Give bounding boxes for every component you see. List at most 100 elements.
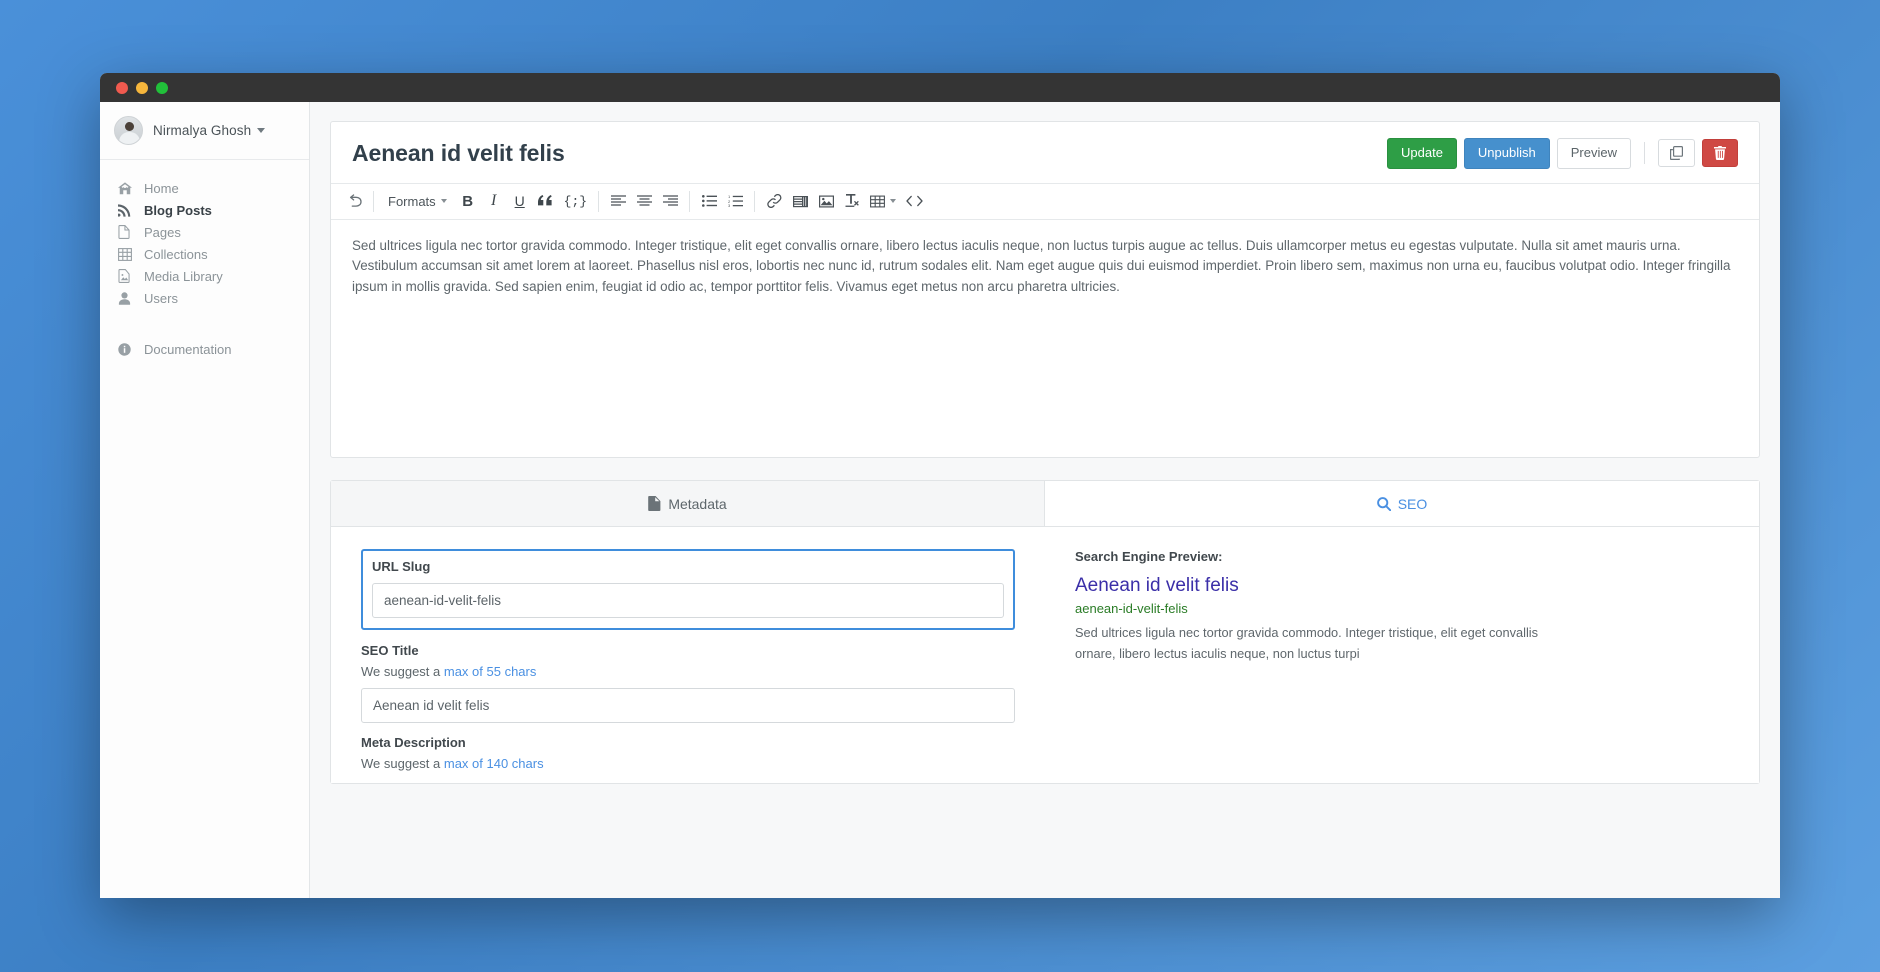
numbered-list-button[interactable]: 123 [722,188,748,214]
sidebar-item-label: Media Library [144,268,223,284]
underline-button[interactable]: U [507,188,533,214]
tab-metadata[interactable]: Metadata [331,480,1045,526]
meta-description-hint: We suggest a max of 140 chars [361,756,1015,771]
serp-url: aenean-id-velit-felis [1075,600,1188,616]
close-window-button[interactable] [116,81,128,94]
meta-description-label: Meta Description [361,734,466,750]
formats-dropdown[interactable]: Formats [380,188,455,214]
clear-formatting-button[interactable] [839,188,865,214]
url-slug-input[interactable] [372,582,1004,618]
blockquote-button[interactable] [533,188,559,214]
update-button[interactable]: Update [1387,138,1457,169]
tab-label: SEO [1397,495,1428,512]
sidebar-item-users[interactable]: Users [100,287,309,309]
insert-media-button[interactable] [787,188,813,214]
table-icon [118,247,135,261]
sidebar-item-label: Documentation [144,341,232,357]
seo-title-field: SEO Title We suggest a max of 55 chars [361,643,1015,723]
serp-description: Sed ultrices ligula nec tortor gravida c… [1075,624,1539,661]
link-icon [766,194,782,209]
search-engine-preview: Search Engine Preview: Aenean id velit f… [1045,549,1759,783]
tab-panel: URL Slug SEO Title We suggest a max of 5… [331,526,1759,783]
avatar [114,116,143,145]
svg-text:3: 3 [728,203,731,207]
tab-seo[interactable]: SEO [1045,480,1759,526]
preview-button[interactable]: Preview [1556,138,1631,169]
bullet-list-button[interactable] [696,188,722,214]
sidebar-item-label: Collections [144,246,208,262]
seo-title-input[interactable] [361,687,1015,723]
undo-button[interactable] [341,188,367,214]
editor-actions: Update Unpublish Preview [1380,138,1738,169]
undo-icon [347,194,362,208]
action-divider [1644,142,1645,165]
align-left-icon [610,195,626,207]
trash-icon [1714,146,1726,161]
align-center-button[interactable] [631,188,657,214]
tab-bar: Metadata SEO [331,480,1759,527]
numbered-list-icon: 123 [728,195,743,207]
sidebar-item-label: Pages [144,224,181,240]
window-titlebar [100,73,1780,102]
sidebar-item-home[interactable]: Home [100,177,309,199]
sidebar-item-collections[interactable]: Collections [100,243,309,265]
clear-formatting-icon [845,194,860,208]
insert-table-button[interactable] [865,188,901,214]
align-center-icon [636,195,652,207]
source-code-icon [906,195,923,207]
info-circle-icon [118,342,135,356]
file-icon [118,225,135,239]
align-right-icon [662,195,678,207]
image-icon [118,269,135,283]
user-menu[interactable]: Nirmalya Ghosh [100,102,309,160]
serp-title[interactable]: Aenean id velit felis [1075,575,1729,598]
code-button[interactable]: {;} [559,188,592,214]
toolbar-divider [689,190,691,212]
sidebar-item-blog-posts[interactable]: Blog Posts [100,199,309,221]
url-slug-field: URL Slug [361,548,1015,630]
chevron-down-icon [890,199,897,204]
unpublish-button[interactable]: Unpublish [1463,138,1550,169]
minimize-window-button[interactable] [136,81,148,94]
sidebar-item-documentation[interactable]: Documentation [100,338,309,360]
search-icon [1376,497,1391,511]
chevron-down-icon [440,199,447,204]
hint-prefix: We suggest a [361,663,444,679]
tab-label: Metadata [668,495,727,512]
maximize-window-button[interactable] [156,81,168,94]
duplicate-button[interactable] [1658,139,1695,168]
editor-content[interactable]: Sed ultrices ligula nec tortor gravida c… [331,220,1759,457]
toolbar-divider [754,190,756,212]
user-name: Nirmalya Ghosh [153,123,252,138]
sidebar: Nirmalya Ghosh Home Blog Posts Pages Col… [100,102,310,898]
toolbar-divider [373,190,374,212]
editor-header: Aenean id velit felis Update Unpublish P… [331,122,1759,183]
sidebar-item-label: Home [144,180,179,196]
table-icon [870,195,886,208]
bold-button[interactable]: B [455,188,481,214]
editor-toolbar: Formats B I U {;} 1 2 3 [331,182,1759,220]
italic-button[interactable]: I [481,188,507,214]
hint-prefix: We suggest a [361,755,444,771]
sidebar-item-label: Blog Posts [144,202,212,218]
insert-image-button[interactable] [813,188,839,214]
seo-title-hint-link[interactable]: max of 55 chars [444,664,537,679]
seo-title-label: SEO Title [361,642,419,658]
metadata-form: URL Slug SEO Title We suggest a max of 5… [331,548,1045,783]
quote-icon [538,195,553,207]
file-icon [648,496,661,512]
align-left-button[interactable] [605,188,631,214]
source-code-button[interactable] [901,188,928,214]
sidebar-item-media-library[interactable]: Media Library [100,265,309,287]
bullet-list-icon [701,195,717,208]
media-icon [792,195,808,208]
toolbar-divider [598,190,600,212]
url-slug-label: URL Slug [372,558,431,574]
sidebar-item-pages[interactable]: Pages [100,221,309,243]
delete-button[interactable] [1702,139,1738,168]
insert-link-button[interactable] [761,188,787,214]
metadata-seo-card: Metadata SEO URL Slug aenean-id-velit-fe… [330,479,1760,784]
meta-description-hint-link[interactable]: max of 140 chars [444,756,544,771]
align-right-button[interactable] [657,188,683,214]
